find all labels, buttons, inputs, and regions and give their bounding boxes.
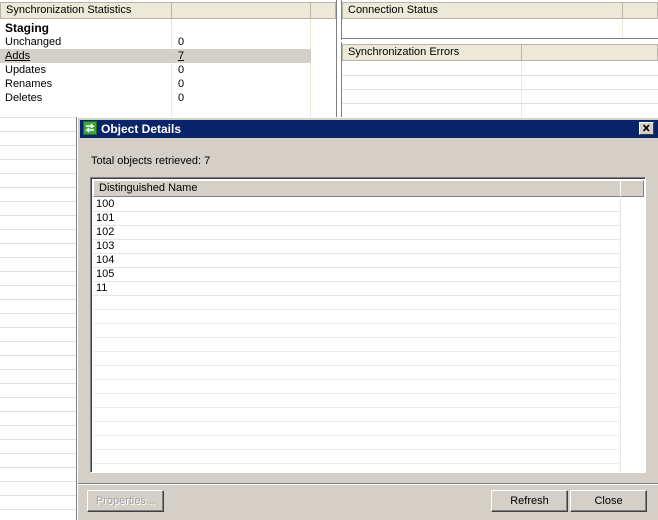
total-objects-label: Total objects retrieved: 7 <box>91 155 211 167</box>
grid-line <box>0 411 77 412</box>
list-empty-line <box>93 379 621 380</box>
list-empty-line <box>93 421 621 422</box>
list-item[interactable]: 11 <box>93 281 621 296</box>
grid-line <box>0 425 77 426</box>
grid-line <box>0 313 77 314</box>
list-empty-line <box>93 365 621 366</box>
list-empty-line <box>93 435 621 436</box>
distinguished-name-column-header[interactable]: Distinguished Name <box>93 180 621 197</box>
close-icon[interactable] <box>639 122 654 135</box>
errors-extra-column-header[interactable] <box>521 44 658 61</box>
stats-row-value: 0 <box>178 64 185 76</box>
staging-section-label: Staging <box>5 21 49 35</box>
grid-line <box>0 173 77 174</box>
connection-column-header[interactable]: Connection Status <box>342 2 623 19</box>
grid-line <box>0 481 77 482</box>
objects-listview[interactable]: Distinguished Name 100 101 102 103 104 1… <box>90 177 646 473</box>
list-item[interactable]: 103 <box>93 239 621 254</box>
list-empty-line <box>93 351 621 352</box>
grid-line <box>0 467 77 468</box>
errors-panel: Synchronization Errors <box>341 42 658 120</box>
stats-value-column-header[interactable] <box>171 2 311 19</box>
stats-row-value: 0 <box>178 36 185 48</box>
grid-line <box>0 201 77 202</box>
grid-line <box>0 509 77 510</box>
list-empty-line <box>93 449 621 450</box>
list-item[interactable]: 104 <box>93 253 621 268</box>
connection-panel: Connection Status <box>341 0 658 40</box>
listview-extra-column-header[interactable] <box>620 180 644 197</box>
list-empty-line <box>93 323 621 324</box>
stats-row-value: 0 <box>178 78 185 90</box>
grid-line <box>0 257 77 258</box>
grid-line <box>0 453 77 454</box>
close-button[interactable]: Close <box>570 490 647 512</box>
list-empty-line <box>93 393 621 394</box>
grid-line <box>0 243 77 244</box>
stats-row-updates[interactable]: Updates 0 <box>0 63 310 77</box>
grid-line <box>0 159 77 160</box>
grid-line <box>0 495 77 496</box>
grid-line <box>0 145 77 146</box>
connection-extra-column-header[interactable] <box>622 2 658 19</box>
grid-line <box>0 299 77 300</box>
errors-column-header[interactable]: Synchronization Errors <box>342 44 522 61</box>
stats-row-adds[interactable]: Adds 7 <box>0 49 311 63</box>
grid-line <box>0 355 77 356</box>
grid-line <box>0 131 77 132</box>
stats-column-header[interactable]: Synchronization Statistics <box>0 2 172 19</box>
list-item[interactable]: 100 <box>93 197 621 212</box>
stats-row-value: 0 <box>178 92 185 104</box>
dialog-titlebar[interactable]: Object Details <box>80 120 658 138</box>
object-details-dialog: Object Details Total objects retrieved: … <box>77 117 658 520</box>
list-item[interactable]: 102 <box>93 225 621 240</box>
sync-arrows-icon <box>83 121 97 135</box>
grid-line <box>0 369 77 370</box>
dialog-separator-highlight <box>78 484 658 485</box>
stats-row-label: Deletes <box>5 92 43 104</box>
grid-line <box>0 271 77 272</box>
stats-row-label: Unchanged <box>5 36 62 48</box>
stats-row-value[interactable]: 7 <box>178 49 184 63</box>
list-empty-line <box>93 337 621 338</box>
grid-line <box>0 285 77 286</box>
list-empty-line <box>93 407 621 408</box>
grid-line <box>0 187 77 188</box>
list-item[interactable]: 101 <box>93 211 621 226</box>
dialog-title: Object Details <box>101 122 182 136</box>
grid-line <box>0 327 77 328</box>
stats-row-unchanged[interactable]: Unchanged 0 <box>0 35 310 49</box>
grid-line <box>0 383 77 384</box>
grid-line <box>0 215 77 216</box>
list-empty-line <box>93 309 621 310</box>
grid-line <box>0 341 77 342</box>
stats-row-label[interactable]: Adds <box>5 49 30 63</box>
stats-row-renames[interactable]: Renames 0 <box>0 77 310 91</box>
grid-line <box>0 117 77 118</box>
list-empty-line <box>93 463 621 464</box>
grid-line <box>0 397 77 398</box>
grid-line <box>0 439 77 440</box>
stats-row-label: Renames <box>5 78 53 90</box>
stats-extra-column-header[interactable] <box>310 2 336 19</box>
stats-row-label: Updates <box>5 64 46 76</box>
list-item[interactable]: 105 <box>93 267 621 282</box>
grid-line <box>0 229 77 230</box>
refresh-button[interactable]: Refresh <box>491 490 568 512</box>
stats-row-deletes[interactable]: Deletes 0 <box>0 91 310 105</box>
properties-button[interactable]: Properties... <box>87 490 164 512</box>
